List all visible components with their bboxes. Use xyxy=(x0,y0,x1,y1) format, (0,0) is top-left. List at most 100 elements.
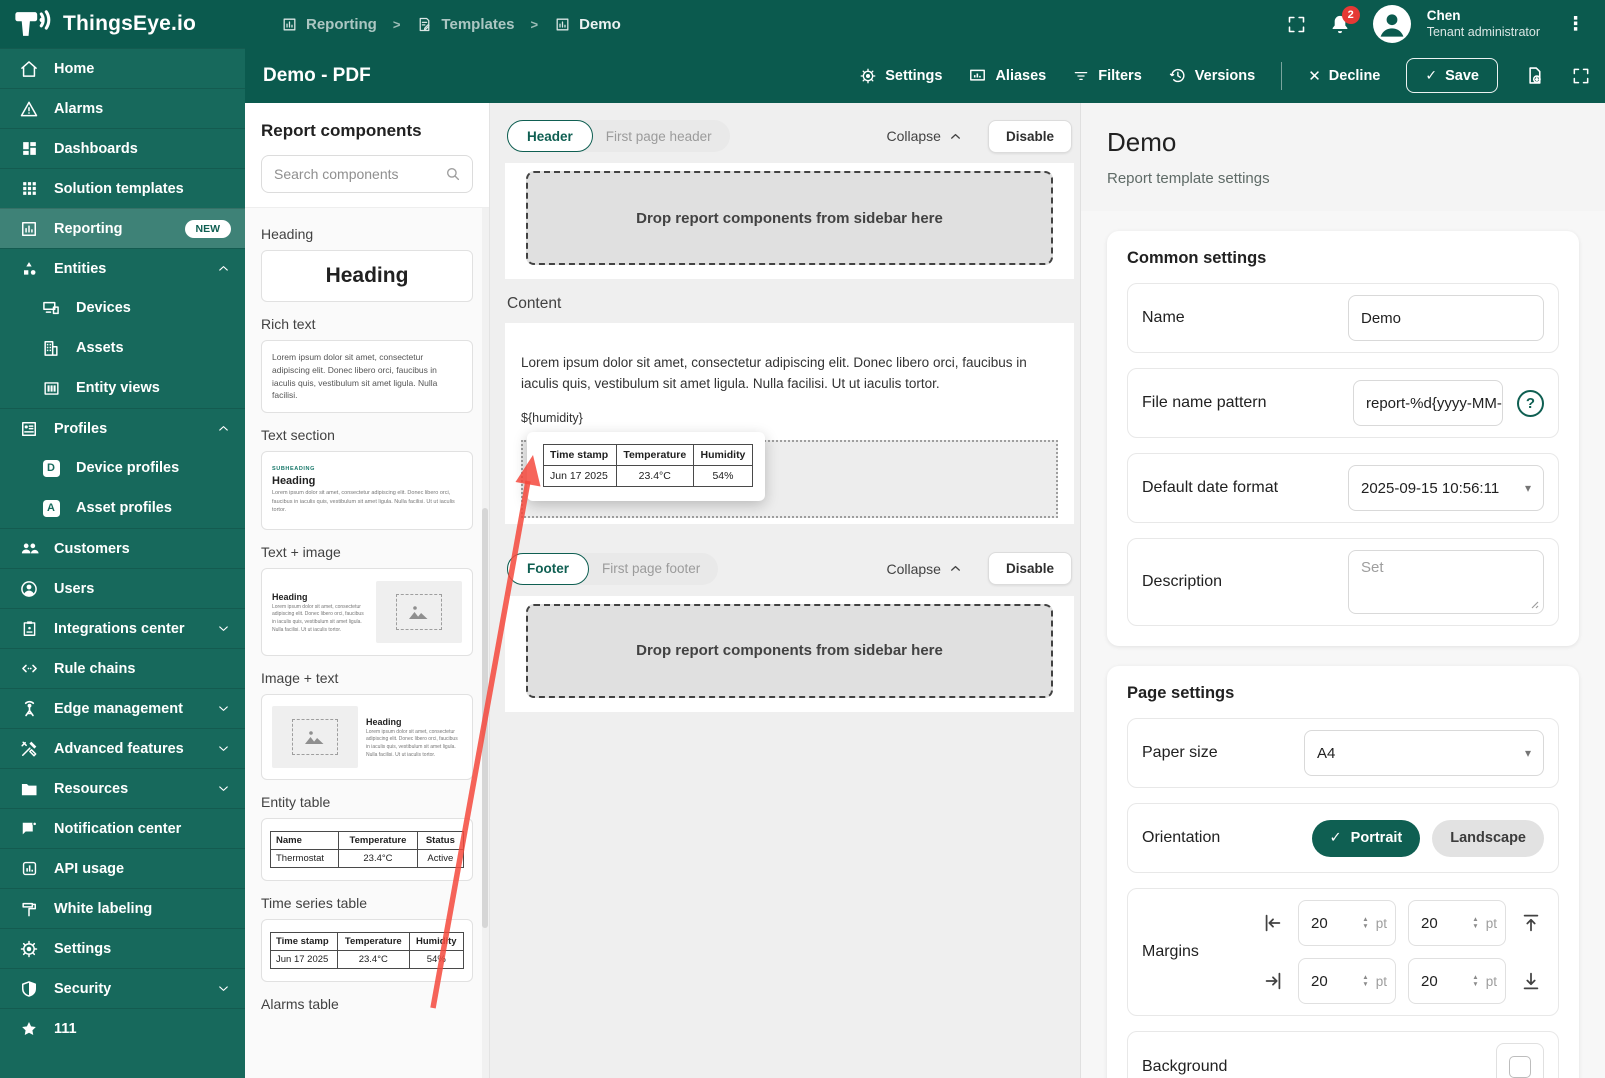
help-icon[interactable]: ? xyxy=(1517,389,1544,417)
decline-button[interactable]: ✕ Decline xyxy=(1308,67,1380,85)
logo[interactable]: ThingsEye.io xyxy=(0,0,245,48)
stepper-icon[interactable]: ▲ ▼ xyxy=(1472,974,1478,988)
component-card-text-image[interactable]: Heading Lorem ipsum dolor sit amet, cons… xyxy=(261,567,473,656)
sidebar-item-reporting[interactable]: Reporting NEW xyxy=(0,208,245,248)
name-field[interactable]: Demo xyxy=(1348,295,1544,341)
component-label-time-series-table: Time series table xyxy=(261,894,368,911)
sidebar-item-home[interactable]: Home xyxy=(0,48,245,88)
components-scrollbar-thumb[interactable] xyxy=(482,508,488,928)
component-card-entity-table[interactable]: Name Temperature Status Thermostat 23.4°C Ac… xyxy=(261,817,473,881)
sidebar-item-security[interactable]: Security xyxy=(0,968,245,1008)
name-label: Name xyxy=(1142,309,1185,326)
gear-icon xyxy=(860,68,876,83)
report-components-panel: Report components Heading Heading Rich t… xyxy=(245,103,490,1078)
portrait-toggle[interactable]: ✓ Portrait xyxy=(1311,819,1421,857)
sidebar-item-device-profiles[interactable]: D Device profiles xyxy=(0,448,245,488)
sidebar-item-asset-profiles[interactable]: A Asset profiles xyxy=(0,488,245,528)
sidebar-item-resources[interactable]: Resources xyxy=(0,768,245,808)
expand-editor-icon[interactable] xyxy=(1571,66,1591,86)
search-components-input[interactable] xyxy=(274,166,444,182)
sidebar-item-devices[interactable]: Devices xyxy=(0,288,245,328)
aliases-button[interactable]: Aliases xyxy=(968,66,1046,85)
notification-badge: 2 xyxy=(1341,6,1360,24)
save-button[interactable]: ✓ Save xyxy=(1406,58,1498,93)
sidebar-item-assets[interactable]: Assets xyxy=(0,328,245,368)
header-collapse-button[interactable]: Collapse xyxy=(886,128,961,144)
footer-chip[interactable]: Footer xyxy=(507,552,589,585)
header-dropzone[interactable]: Drop report components from sidebar here xyxy=(526,171,1053,265)
versions-button[interactable]: Versions xyxy=(1168,66,1255,85)
chevron-up-icon xyxy=(951,566,960,572)
notifications-button[interactable]: 2 xyxy=(1329,6,1360,35)
user-name: Chen xyxy=(1426,7,1461,23)
footer-page-toggle[interactable]: Footer First page footer xyxy=(507,552,719,585)
devices-icon xyxy=(43,301,59,315)
component-card-text-section[interactable]: SUBHEADING Heading Lorem ipsum dolor sit… xyxy=(261,451,473,530)
sidebar-item-customers[interactable]: Customers xyxy=(0,528,245,568)
filters-button[interactable]: Filters xyxy=(1072,67,1142,85)
content-variable[interactable]: ${humidity} xyxy=(521,411,1058,425)
settings-button[interactable]: Settings xyxy=(859,67,942,85)
background-image-button[interactable] xyxy=(1496,1043,1544,1078)
sidebar-item-entity-views[interactable]: Entity views xyxy=(0,368,245,408)
header-chip[interactable]: Header xyxy=(507,120,593,152)
stepper-icon[interactable]: ▲ ▼ xyxy=(1362,916,1368,930)
fullscreen-icon[interactable] xyxy=(1286,14,1307,35)
sidebar-item-advanced-features[interactable]: Advanced features xyxy=(0,728,245,768)
footer-collapse-button[interactable]: Collapse xyxy=(886,561,961,577)
first-page-footer-chip[interactable]: First page footer xyxy=(589,561,718,576)
sidebar-item-solution-templates[interactable]: Solution templates xyxy=(0,168,245,208)
kebab-menu-icon[interactable]: ⋮ xyxy=(1562,13,1589,36)
sidebar-item-white-labeling[interactable]: White labeling xyxy=(0,888,245,928)
dragged-time-series-table[interactable]: Time stamp Temperature Humidity Jun 17 202… xyxy=(527,431,765,501)
sidebar-item-111[interactable]: 111 xyxy=(0,1008,245,1048)
chevron-down-icon xyxy=(219,746,228,751)
breadcrumb-demo[interactable]: Demo xyxy=(554,16,621,33)
avatar[interactable] xyxy=(1372,5,1411,43)
content-paragraph[interactable]: Lorem ipsum dolor sit amet, consectetur … xyxy=(521,353,1058,395)
stepper-icon[interactable]: ▲ ▼ xyxy=(1362,974,1368,988)
sidebar-item-dashboards[interactable]: Dashboards xyxy=(0,128,245,168)
search-components-box[interactable] xyxy=(261,155,473,193)
breadcrumb-templates[interactable]: Templates xyxy=(416,16,515,33)
landscape-toggle[interactable]: Landscape xyxy=(1432,819,1544,857)
export-report-button[interactable] xyxy=(1524,65,1545,86)
footer-dropzone[interactable]: Drop report components from sidebar here xyxy=(526,603,1053,698)
file-name-pattern-label: File name pattern xyxy=(1142,394,1267,411)
sidebar-item-entities[interactable]: Entities xyxy=(0,248,245,288)
header-disable-button[interactable]: Disable xyxy=(987,119,1072,153)
sidebar-item-rule-chains[interactable]: Rule chains xyxy=(0,648,245,688)
sidebar-item-profiles[interactable]: Profiles xyxy=(0,408,245,448)
resize-handle-icon[interactable] xyxy=(1529,599,1539,609)
paper-size-select[interactable]: A4 ▾ xyxy=(1304,730,1544,776)
header-page-toggle[interactable]: Header First page header xyxy=(507,120,730,152)
component-card-heading[interactable]: Heading xyxy=(261,250,473,302)
search-icon xyxy=(447,168,460,181)
home-icon xyxy=(21,60,37,77)
sidebar-item-settings[interactable]: Settings xyxy=(0,928,245,968)
footer-disable-button[interactable]: Disable xyxy=(987,552,1072,586)
sidebar-item-integrations-center[interactable]: Integrations center xyxy=(0,608,245,648)
user-info[interactable]: Chen Tenant administrator xyxy=(1427,8,1540,41)
sidebar-item-notification-center[interactable]: Notification center xyxy=(0,808,245,848)
stepper-icon[interactable]: ▲ ▼ xyxy=(1472,916,1478,930)
chevron-down-icon xyxy=(219,706,228,711)
component-card-time-series-table[interactable]: Time stamp Temperature Humidity Jun 17 202… xyxy=(261,918,473,982)
sidebar-item-alarms[interactable]: Alarms xyxy=(0,88,245,128)
component-card-rich-text[interactable]: Lorem ipsum dolor sit amet, consectetur … xyxy=(261,340,473,413)
sidebar-item-api-usage[interactable]: API usage xyxy=(0,848,245,888)
components-scrollbar-track[interactable] xyxy=(482,208,489,1078)
margin-right-input[interactable]: 20 ▲ ▼ pt xyxy=(1408,900,1506,946)
sidebar-item-edge-management[interactable]: Edge management xyxy=(0,688,245,728)
margin-left-input[interactable]: 20 ▲ ▼ pt xyxy=(1408,958,1506,1004)
margin-top-input[interactable]: 20 ▲ ▼ pt xyxy=(1298,900,1396,946)
margin-bottom-input[interactable]: 20 ▲ ▼ pt xyxy=(1298,958,1396,1004)
default-date-format-select[interactable]: 2025-09-15 10:56:11 ▾ xyxy=(1348,465,1544,511)
component-card-image-text[interactable]: Heading Lorem ipsum dolor sit amet, cons… xyxy=(261,693,473,780)
sidebar-item-users[interactable]: Users xyxy=(0,568,245,608)
description-textarea[interactable]: Set xyxy=(1348,550,1544,614)
content-dropzone[interactable]: Time stamp Temperature Humidity Jun 17 202… xyxy=(521,431,1058,518)
file-name-pattern-field[interactable]: report-%d{yyyy-MM-dc xyxy=(1353,380,1503,426)
breadcrumb-reporting[interactable]: Reporting xyxy=(281,16,377,33)
first-page-header-chip[interactable]: First page header xyxy=(593,129,730,144)
